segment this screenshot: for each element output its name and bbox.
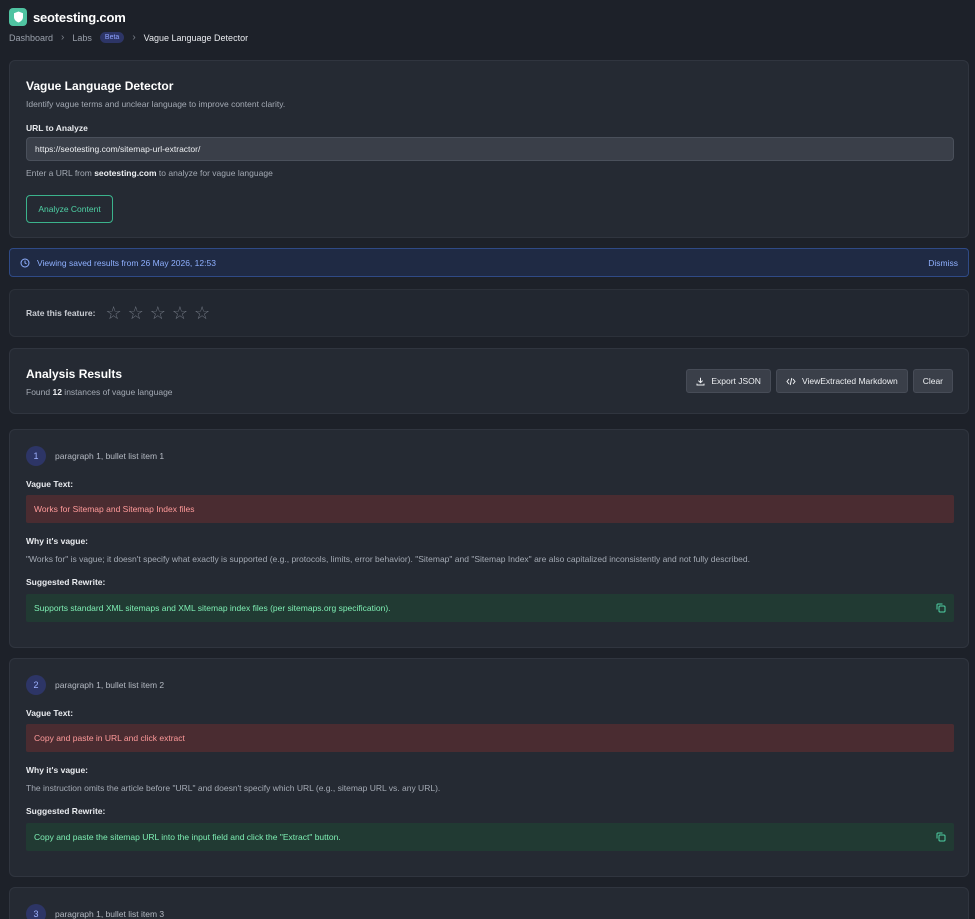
star-icon[interactable]: ☆: [194, 304, 210, 322]
results-header-card: Analysis Results Found 12 instances of v…: [9, 348, 969, 414]
results-title: Analysis Results: [26, 367, 123, 381]
rewrite-box: Copy and paste the sitemap URL into the …: [26, 823, 954, 851]
result-location: paragraph 1, bullet list item 3: [55, 909, 165, 919]
vague-text-label: Vague Text:: [26, 708, 74, 718]
hint-prefix: Enter a URL from: [26, 168, 95, 178]
why-text: "Works for" is vague; it doesn't specify…: [26, 554, 750, 564]
rating-stars: ☆ ☆ ☆ ☆ ☆: [105, 304, 210, 322]
result-item-header: 1 paragraph 1, bullet list item 1: [26, 446, 164, 466]
star-icon[interactable]: ☆: [128, 304, 144, 322]
found-suffix: instances of vague language: [61, 387, 173, 397]
dismiss-link[interactable]: Dismiss: [928, 258, 958, 268]
view-markdown-label: ViewExtracted Markdown: [801, 376, 898, 386]
copy-icon[interactable]: [936, 832, 946, 842]
view-markdown-button[interactable]: ViewExtracted Markdown: [775, 369, 908, 393]
results-toolbar: Export JSON ViewExtracted Markdown Clear: [686, 369, 953, 393]
tool-description: Identify vague terms and unclear languag…: [26, 99, 286, 109]
hint-domain: seotesting.com: [94, 168, 157, 178]
result-number: 1: [26, 446, 46, 466]
rewrite-text: Supports standard XML sitemaps and XML s…: [34, 603, 391, 613]
why-label: Why it's vague:: [26, 765, 89, 775]
chevron-right-icon: ›: [61, 32, 65, 43]
brand-header: seotesting.com: [9, 8, 126, 26]
export-json-button[interactable]: Export JSON: [686, 369, 771, 393]
star-icon[interactable]: ☆: [105, 304, 121, 322]
url-hint: Enter a URL from seotesting.com to analy…: [26, 168, 273, 178]
vague-text-label: Vague Text:: [26, 479, 74, 489]
brand-name[interactable]: seotesting.com: [33, 10, 126, 25]
result-location: paragraph 1, bullet list item 2: [55, 680, 165, 690]
why-label: Why it's vague:: [26, 536, 89, 546]
chevron-right-icon: ›: [132, 32, 136, 43]
results-count: 12: [52, 387, 62, 397]
star-icon[interactable]: ☆: [172, 304, 188, 322]
tool-card: Vague Language Detector Identify vague t…: [9, 60, 969, 238]
saved-results-notice: Viewing saved results from 26 May 2026, …: [9, 248, 969, 277]
rewrite-box: Supports standard XML sitemaps and XML s…: [26, 594, 954, 622]
code-icon: [786, 377, 796, 386]
results-summary: Found 12 instances of vague language: [26, 387, 173, 397]
result-item: 3 paragraph 1, bullet list item 3: [9, 887, 969, 919]
tool-title: Vague Language Detector: [26, 79, 174, 93]
rewrite-text: Copy and paste the sitemap URL into the …: [34, 832, 341, 842]
clear-button[interactable]: Clear: [912, 369, 953, 393]
rating-card: Rate this feature: ☆ ☆ ☆ ☆ ☆: [9, 289, 969, 337]
rating-label: Rate this feature:: [26, 308, 96, 318]
shield-icon[interactable]: [9, 8, 27, 26]
url-input[interactable]: [26, 137, 954, 161]
rewrite-label: Suggested Rewrite:: [26, 577, 106, 587]
found-prefix: Found: [26, 387, 53, 397]
export-json-label: Export JSON: [711, 376, 761, 386]
beta-badge: Beta: [99, 32, 125, 43]
breadcrumb-labs[interactable]: Labs: [72, 33, 92, 43]
clock-icon: [20, 258, 30, 268]
rewrite-label: Suggested Rewrite:: [26, 806, 106, 816]
result-item-header: 3 paragraph 1, bullet list item 3: [26, 904, 164, 919]
breadcrumb-dashboard[interactable]: Dashboard: [9, 33, 53, 43]
result-item: 2 paragraph 1, bullet list item 2 Vague …: [9, 658, 969, 877]
analyze-button[interactable]: Analyze Content: [26, 195, 113, 223]
result-location: paragraph 1, bullet list item 1: [55, 451, 165, 461]
result-item: 1 paragraph 1, bullet list item 1 Vague …: [9, 429, 969, 648]
breadcrumb: Dashboard › Labs Beta › Vague Language D…: [9, 32, 248, 43]
rating-row: Rate this feature: ☆ ☆ ☆ ☆ ☆: [26, 304, 210, 322]
why-text: The instruction omits the article before…: [26, 783, 441, 793]
hint-suffix: to analyze for vague language: [156, 168, 273, 178]
vague-text-box: Works for Sitemap and Sitemap Index file…: [26, 495, 954, 523]
result-number: 2: [26, 675, 46, 695]
url-label: URL to Analyze: [26, 123, 88, 133]
result-number: 3: [26, 904, 46, 919]
saved-results-text: Viewing saved results from 26 May 2026, …: [37, 257, 216, 268]
star-icon[interactable]: ☆: [150, 304, 166, 322]
vague-text-box: Copy and paste in URL and click extract: [26, 724, 954, 752]
copy-icon[interactable]: [936, 603, 946, 613]
download-icon: [696, 377, 705, 386]
result-item-header: 2 paragraph 1, bullet list item 2: [26, 675, 164, 695]
breadcrumb-current: Vague Language Detector: [143, 32, 249, 43]
